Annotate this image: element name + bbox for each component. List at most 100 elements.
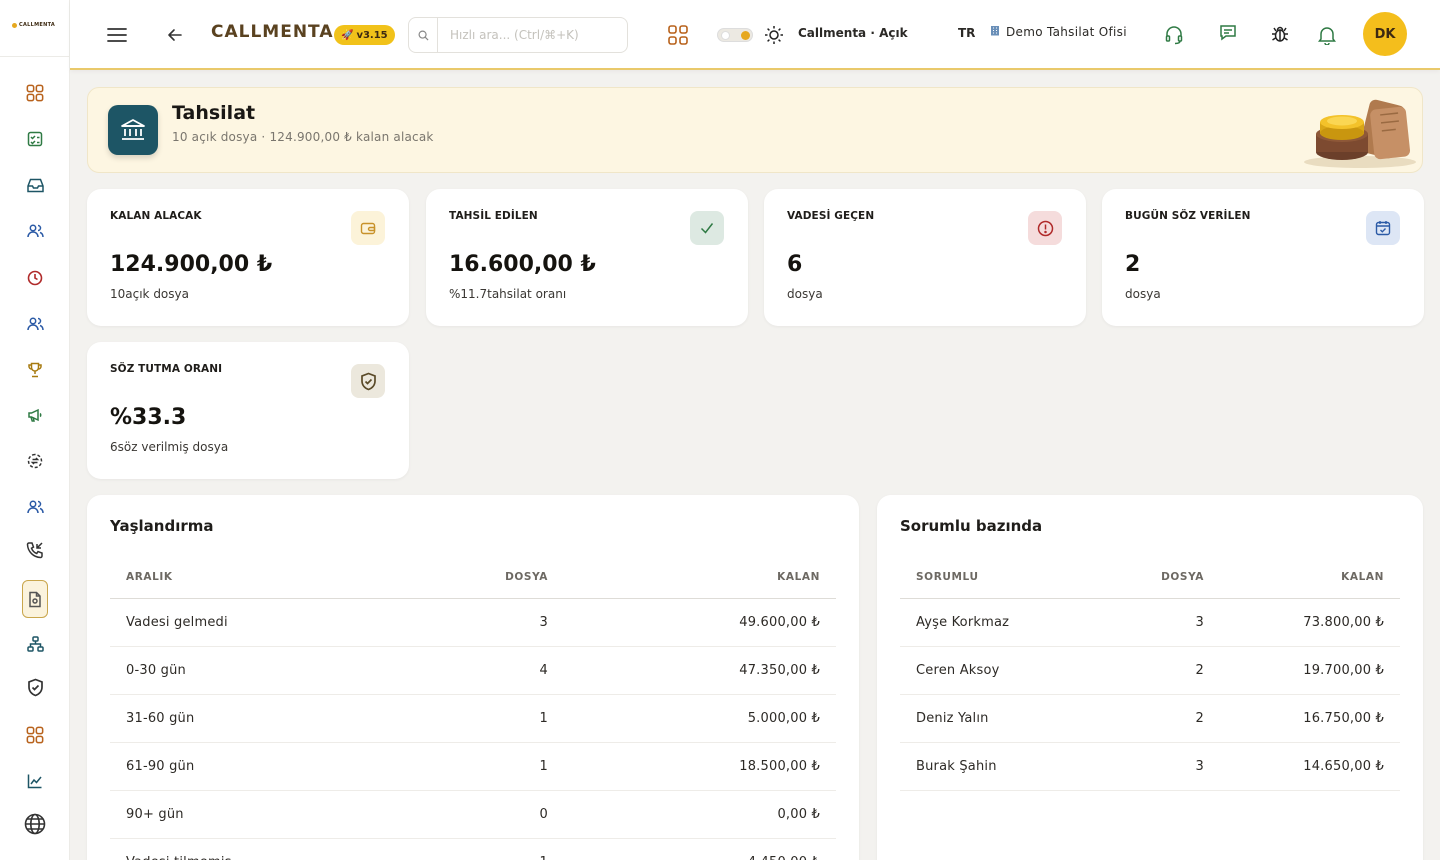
cell-amount: 16.750,00 ₺ xyxy=(1220,694,1400,743)
kpi-value: 6 xyxy=(787,252,803,277)
sidebar-item-globe-17[interactable] xyxy=(22,811,48,837)
sidebar-item-users-6[interactable] xyxy=(22,311,48,337)
kpi-card[interactable]: VADESİ GEÇEN 6 dosya xyxy=(764,189,1086,326)
org-chart-icon xyxy=(26,636,44,652)
checklist-icon xyxy=(27,131,43,147)
building-icon xyxy=(990,25,1000,39)
page-banner: Tahsilat 10 açık dosya · 124.900,00 ₺ ka… xyxy=(87,87,1423,173)
clock-icon xyxy=(27,270,43,286)
sidebar-item-clock-5[interactable] xyxy=(22,265,48,291)
sidebar-item-users-4[interactable] xyxy=(22,218,48,244)
search-icon[interactable] xyxy=(408,17,438,53)
table-row[interactable]: Burak Şahin 3 14.650,00 ₺ xyxy=(900,742,1400,791)
kpi-card[interactable]: TAHSİL EDİLEN 16.600,00 ₺ %11.7tahsilat … xyxy=(426,189,748,326)
cell-label: Ayşe Korkmaz xyxy=(900,598,1101,647)
table-row[interactable]: Vadesi tilmemiş 1 4.450,00 ₺ xyxy=(110,838,836,860)
alert-circle-icon xyxy=(1028,211,1062,245)
users-icon xyxy=(26,224,44,238)
table-row[interactable]: Vadesi gelmedi 3 49.600,00 ₺ xyxy=(110,598,836,647)
cell-label: Ceren Aksoy xyxy=(900,646,1101,695)
workspace-status[interactable]: Callmenta · Açık xyxy=(798,26,908,40)
kpi-value: 2 xyxy=(1125,252,1141,277)
kpi-label: TAHSİL EDİLEN xyxy=(449,210,538,222)
cell-amount: 5.000,00 ₺ xyxy=(564,694,836,743)
hamburger-menu-icon[interactable] xyxy=(105,23,129,47)
line-chart-icon xyxy=(27,773,43,789)
cell-label: 31-60 gün xyxy=(110,694,404,743)
kpi-card[interactable]: KALAN ALACAK 124.900,00 ₺ 10açık dosya xyxy=(87,189,409,326)
table-row[interactable]: Ceren Aksoy 2 19.700,00 ₺ xyxy=(900,646,1400,695)
col-dosya[interactable]: DOSYA xyxy=(1100,557,1220,599)
cell-amount: 0,00 ₺ xyxy=(564,790,836,839)
cell-amount: 4.450,00 ₺ xyxy=(564,838,836,860)
sidebar-item-line-chart-16[interactable] xyxy=(22,768,48,794)
sun-icon[interactable] xyxy=(762,23,786,47)
col-kalan[interactable]: KALAN xyxy=(564,557,836,599)
sidebar-item-document-12[interactable] xyxy=(22,580,48,618)
sidebar-item-inbox-3[interactable] xyxy=(22,172,48,198)
user-avatar[interactable]: DK xyxy=(1363,12,1407,56)
table-row[interactable]: 0-30 gün 4 47.350,00 ₺ xyxy=(110,646,836,695)
globe-icon xyxy=(24,813,46,835)
sidebar-item-org-chart-13[interactable] xyxy=(22,631,48,657)
table-row[interactable]: 61-90 gün 1 18.500,00 ₺ xyxy=(110,742,836,791)
apps-grid-icon[interactable] xyxy=(666,23,690,47)
table-row[interactable]: 90+ gün 0 0,00 ₺ xyxy=(110,790,836,839)
cell-amount: 14.650,00 ₺ xyxy=(1220,742,1400,791)
cell-count: 1 xyxy=(403,838,564,860)
coins-illustration xyxy=(1298,92,1418,172)
sidebar-item-megaphone-8[interactable] xyxy=(22,402,48,428)
version-badge: 🚀 v3.15 xyxy=(334,25,395,45)
exchange-icon xyxy=(27,453,43,469)
theme-toggle[interactable] xyxy=(717,28,753,42)
kpi-card[interactable]: SÖZ TUTMA ORANI %33.3 6söz verilmiş dosy… xyxy=(87,342,409,479)
kpi-subtext: 6söz verilmiş dosya xyxy=(110,440,229,454)
cell-label: 61-90 gün xyxy=(110,742,404,791)
col-kalan[interactable]: KALAN xyxy=(1220,557,1400,599)
sidebar-item-grid-1[interactable] xyxy=(22,80,48,106)
cell-amount: 49.600,00 ₺ xyxy=(564,598,836,647)
col-sorumlu[interactable]: SORUMLU xyxy=(900,557,1101,599)
cell-amount: 18.500,00 ₺ xyxy=(564,742,836,791)
col-aralik[interactable]: ARALIK xyxy=(110,557,404,599)
chat-icon[interactable] xyxy=(1216,21,1240,45)
cell-count: 3 xyxy=(1100,742,1220,791)
sidebar-item-users-10[interactable] xyxy=(22,494,48,520)
bug-icon[interactable] xyxy=(1268,22,1292,46)
col-dosya[interactable]: DOSYA xyxy=(403,557,564,599)
bell-icon[interactable] xyxy=(1315,23,1339,47)
sidebar-item-trophy-7[interactable] xyxy=(22,357,48,383)
language-selector[interactable]: TR xyxy=(958,26,975,40)
sidebar-item-checklist-2[interactable] xyxy=(22,126,48,152)
cell-label: Burak Şahin xyxy=(900,742,1101,791)
cell-amount: 73.800,00 ₺ xyxy=(1220,598,1400,647)
headset-icon[interactable] xyxy=(1162,23,1186,47)
users-icon xyxy=(26,500,44,514)
table-row[interactable]: 31-60 gün 1 5.000,00 ₺ xyxy=(110,694,836,743)
cell-count: 3 xyxy=(403,598,564,647)
kpi-label: SÖZ TUTMA ORANI xyxy=(110,363,223,375)
back-arrow-icon[interactable] xyxy=(163,23,187,47)
inbox-icon xyxy=(26,178,44,193)
sidebar-logo-text: CALLMENTA xyxy=(19,22,56,28)
sidebar-item-exchange-9[interactable] xyxy=(22,448,48,474)
sidebar-logo[interactable]: CALLMENTA xyxy=(12,22,55,28)
cell-label: Vadesi gelmedi xyxy=(110,598,404,647)
brand-name[interactable]: CALLMENTA xyxy=(211,22,334,42)
phone-incoming-icon xyxy=(26,541,44,559)
rocket-icon: 🚀 xyxy=(341,29,354,41)
sidebar-item-shield-check-14[interactable] xyxy=(22,674,48,700)
kpi-subtext: 10açık dosya xyxy=(110,287,189,301)
table-row[interactable]: Ayşe Korkmaz 3 73.800,00 ₺ xyxy=(900,598,1400,647)
office-selector[interactable]: Demo Tahsilat Ofisi xyxy=(990,25,1127,39)
kpi-subtext: dosya xyxy=(1125,287,1161,301)
wallet-icon xyxy=(351,211,385,245)
check-icon xyxy=(690,211,724,245)
sidebar-item-phone-incoming-11[interactable] xyxy=(22,537,48,563)
kpi-label: VADESİ GEÇEN xyxy=(787,210,875,222)
aging-panel: Yaşlandırma ARALIK DOSYA KALAN Vadesi ge… xyxy=(87,495,859,860)
table-row[interactable]: Deniz Yalın 2 16.750,00 ₺ xyxy=(900,694,1400,743)
kpi-card[interactable]: BUGÜN SÖZ VERİLEN 2 dosya xyxy=(1102,189,1424,326)
search-input[interactable] xyxy=(438,17,628,53)
sidebar-item-grid-15[interactable] xyxy=(22,722,48,748)
